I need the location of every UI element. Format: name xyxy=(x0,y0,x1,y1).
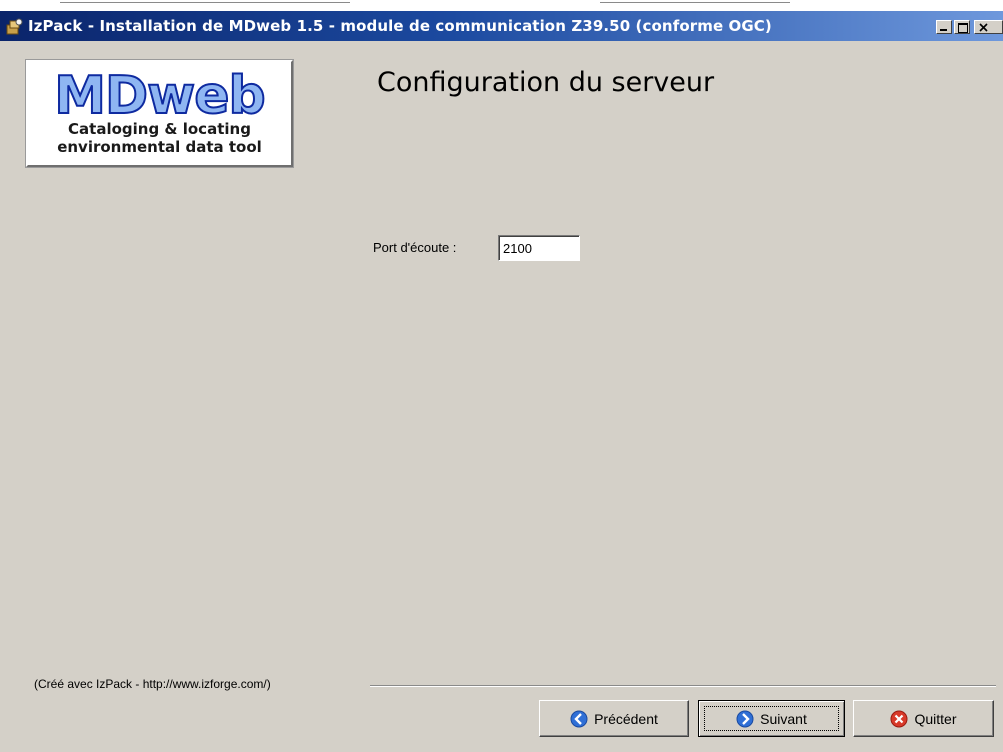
focus-ring xyxy=(704,706,839,731)
window-title: IzPack - Installation de MDweb 1.5 - mod… xyxy=(28,17,772,35)
close-window-button[interactable] xyxy=(974,20,1003,34)
next-button[interactable]: Suivant xyxy=(698,700,845,737)
minimize-icon xyxy=(940,29,947,31)
mdweb-logo: MDweb Cataloging & locating environmenta… xyxy=(26,60,293,167)
installer-package-icon[interactable] xyxy=(6,18,23,35)
port-input[interactable] xyxy=(498,235,580,261)
port-label: Port d'écoute : xyxy=(373,240,457,255)
desktop-strip xyxy=(0,0,1003,11)
minimize-button[interactable] xyxy=(936,20,952,34)
logo-tagline-2: environmental data tool xyxy=(57,138,262,156)
maximize-icon xyxy=(958,23,968,33)
quit-label: Quitter xyxy=(914,710,957,727)
close-circle-icon xyxy=(890,710,908,727)
quit-button[interactable]: Quitter xyxy=(853,700,994,737)
arrow-right-circle-icon xyxy=(736,710,754,727)
previous-label: Précédent xyxy=(594,710,658,727)
previous-button[interactable]: Précédent xyxy=(539,700,689,737)
footer-divider xyxy=(370,685,996,687)
izpack-credit: (Créé avec IzPack - http://www.izforge.c… xyxy=(34,677,271,691)
title-bar[interactable]: IzPack - Installation de MDweb 1.5 - mod… xyxy=(0,11,1003,41)
close-icon xyxy=(979,23,988,32)
maximize-button[interactable] xyxy=(954,20,970,34)
arrow-left-circle-icon xyxy=(570,710,588,727)
logo-brand: MDweb xyxy=(53,66,266,126)
background-artifact xyxy=(600,2,790,10)
page-title: Configuration du serveur xyxy=(377,67,715,98)
background-artifact xyxy=(60,2,350,10)
